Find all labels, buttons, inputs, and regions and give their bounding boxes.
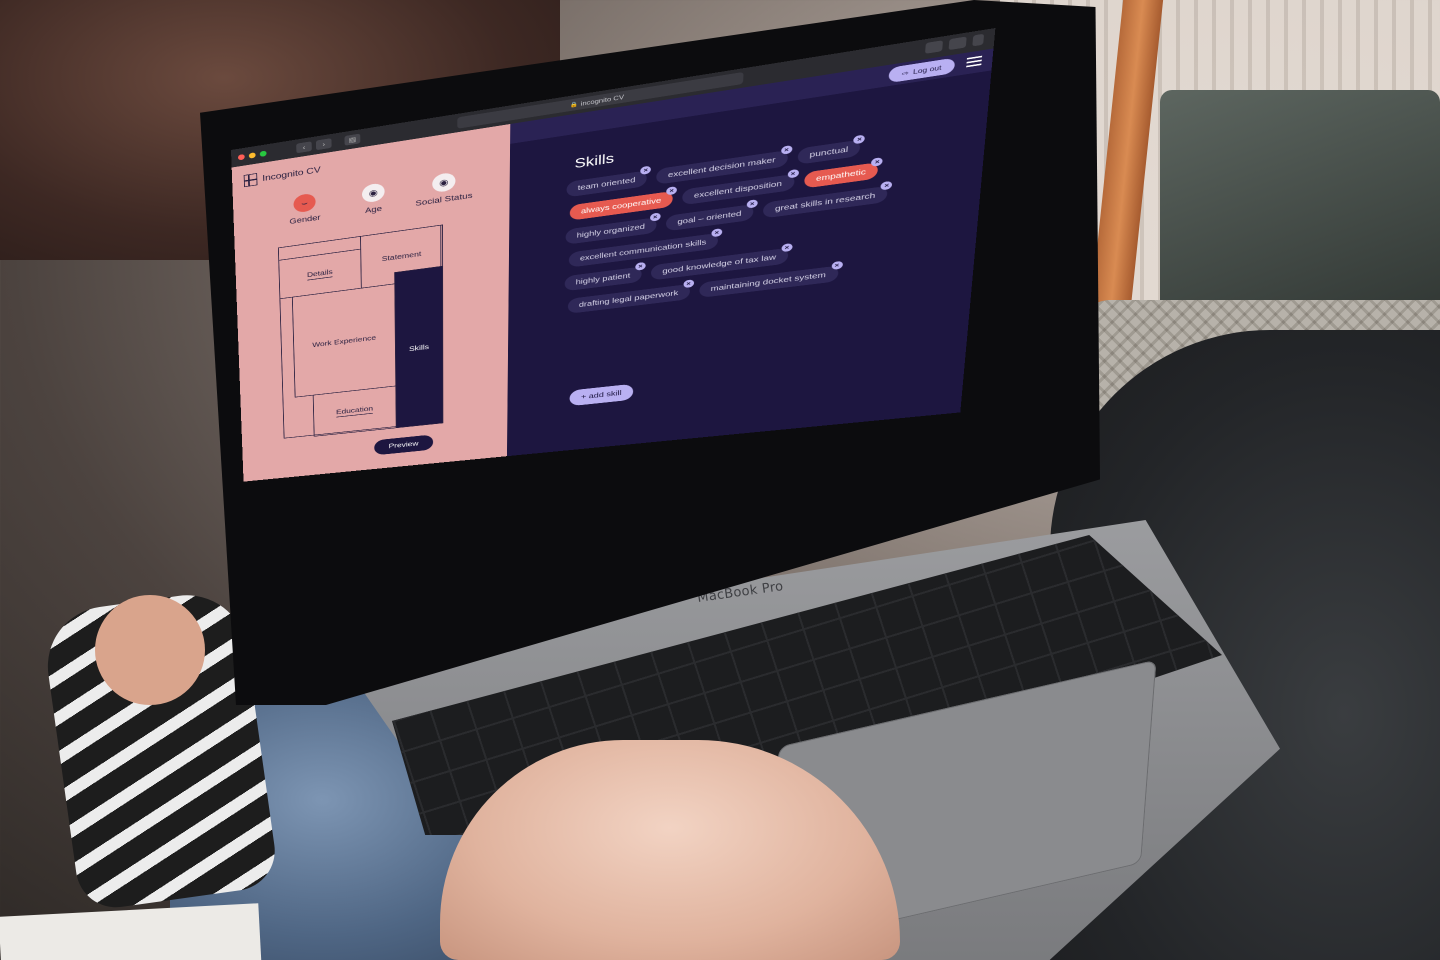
skill-chip[interactable]: highly organized × (565, 212, 661, 245)
filter-age[interactable]: ◉ Age (343, 179, 404, 218)
eye-icon[interactable]: ◉ (432, 171, 456, 194)
minimize-window-dot[interactable] (248, 152, 256, 159)
remove-skill-icon[interactable]: × (649, 212, 661, 222)
skill-chip-label: highly organized (576, 222, 646, 240)
skill-chip-label: highly patient (575, 271, 631, 287)
remove-skill-icon[interactable]: × (746, 199, 758, 209)
back-icon[interactable]: ‹ (296, 141, 312, 154)
remove-skill-icon[interactable]: × (683, 279, 694, 289)
skill-chip-label: team oriented (577, 175, 636, 193)
skill-chip-label: great skills in research (774, 191, 876, 213)
maximize-window-dot[interactable] (259, 150, 267, 157)
eye-icon[interactable]: ◉ (361, 182, 385, 204)
skill-chip-label: punctual (809, 145, 849, 160)
logo-icon (243, 173, 258, 188)
filter-label: Social Status (415, 191, 473, 208)
skill-chip[interactable]: team oriented × (566, 165, 652, 198)
remove-skill-icon[interactable]: × (780, 145, 793, 155)
skill-chip-label: excellent communication skills (579, 238, 707, 263)
remove-skill-icon[interactable]: × (635, 261, 646, 271)
filter-label: Gender (289, 213, 321, 227)
skill-chip[interactable]: empathetic × (803, 157, 884, 189)
section-title: Skills (574, 150, 615, 172)
skill-chip-label: excellent decision maker (667, 155, 776, 180)
preview-button[interactable]: Preview (374, 434, 434, 456)
remove-skill-icon[interactable]: × (831, 260, 843, 271)
skill-chip-label: always cooperative (580, 196, 662, 216)
filter-label: Age (364, 204, 383, 216)
logout-label: Log out (912, 63, 942, 76)
address-text: incognito CV (580, 93, 625, 107)
closed-eye-icon[interactable]: ⌣ (293, 192, 316, 214)
skill-chip-list: team oriented × excellent decision maker × p… (564, 131, 923, 323)
cv-section-education[interactable]: Education (312, 385, 397, 437)
skill-chip-label: good knowledge of tax law (662, 253, 777, 276)
remove-skill-icon[interactable]: × (711, 228, 723, 238)
remove-skill-icon[interactable]: × (666, 186, 678, 196)
background-papers (0, 903, 262, 960)
app-logo[interactable]: Incognito CV (243, 163, 321, 188)
tabs-icon[interactable] (948, 36, 967, 51)
cv-layout: Details Statement Work Experience Skills… (277, 224, 444, 439)
background-foot (95, 595, 205, 705)
cv-section-skills[interactable]: Skills (394, 265, 444, 429)
cv-builder-panel: Incognito CV ⌣ Gender ◉ Age ◉ Social Sta… (231, 123, 511, 482)
skill-chip-label: goal – oriented (677, 209, 742, 227)
filter-social-status[interactable]: ◉ Social Status (413, 169, 476, 209)
remove-skill-icon[interactable]: × (880, 180, 893, 191)
skill-chip-label: excellent disposition (693, 179, 783, 200)
skill-chip-label: drafting legal paperwork (578, 289, 679, 309)
filter-gender[interactable]: ⌣ Gender (275, 190, 335, 228)
close-window-dot[interactable] (237, 153, 245, 161)
remove-skill-icon[interactable]: × (853, 134, 866, 145)
hamburger-menu-icon[interactable] (966, 55, 983, 68)
new-tab-icon[interactable] (972, 33, 985, 47)
cv-section-work-experience[interactable]: Work Experience (291, 283, 397, 398)
skill-chip-label: maintaining docket system (710, 270, 827, 293)
add-skill-button[interactable]: + add skill (569, 383, 634, 407)
logout-icon: ⇨ (901, 68, 910, 77)
sidebar-icon[interactable]: ▤ (344, 133, 361, 146)
skill-chip-label: empathetic (815, 167, 867, 183)
remove-skill-icon[interactable]: × (781, 243, 793, 253)
skill-chip[interactable]: goal – oriented × (665, 199, 758, 232)
skill-chip[interactable]: punctual × (797, 134, 866, 165)
remove-skill-icon[interactable]: × (871, 157, 884, 167)
forward-icon[interactable]: › (315, 138, 332, 151)
remove-skill-icon[interactable]: × (787, 168, 799, 179)
skill-chip[interactable]: highly patient × (564, 261, 646, 292)
remove-skill-icon[interactable]: × (640, 165, 652, 175)
share-icon[interactable] (924, 40, 944, 54)
app-name: Incognito CV (262, 164, 321, 184)
lock-icon: 🔒 (569, 101, 578, 109)
